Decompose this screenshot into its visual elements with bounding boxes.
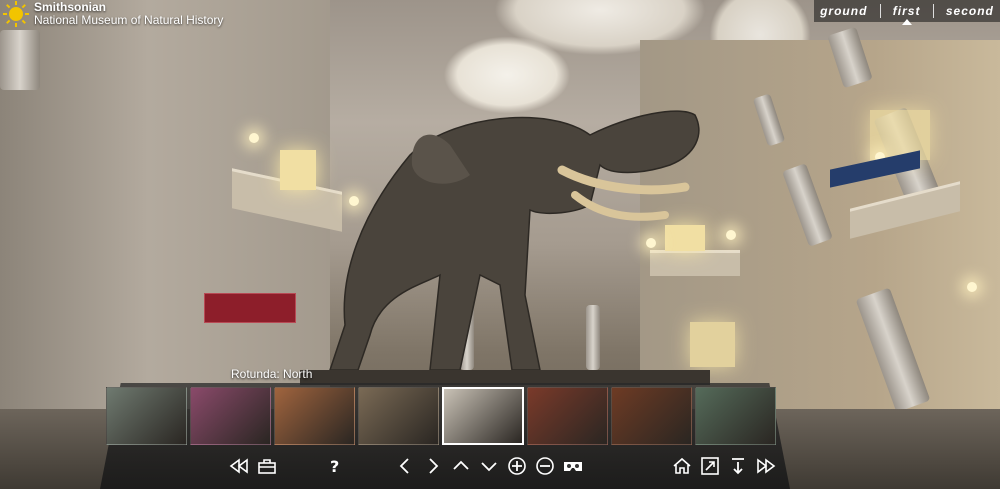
rewind-icon[interactable] — [225, 453, 253, 479]
thumbnail-strip — [106, 387, 776, 445]
zoom-in-icon[interactable] — [503, 453, 531, 479]
download-icon[interactable] — [724, 453, 752, 479]
up-icon[interactable] — [447, 453, 475, 479]
home-icon[interactable] — [668, 453, 696, 479]
directory-sign — [204, 293, 296, 323]
floor-second-link[interactable]: second — [946, 4, 994, 18]
scene-thumbnail[interactable] — [695, 387, 776, 445]
fullscreen-icon[interactable] — [696, 453, 724, 479]
scene-thumbnail[interactable] — [106, 387, 187, 445]
toolbox-icon[interactable] — [253, 453, 281, 479]
floor-ground-link[interactable]: ground — [820, 4, 867, 18]
scene-thumbnail[interactable] — [527, 387, 609, 445]
column — [0, 30, 40, 90]
wall-lamp — [249, 133, 259, 143]
right-icon[interactable] — [419, 453, 447, 479]
zoom-out-icon[interactable] — [531, 453, 559, 479]
scene-thumbnail[interactable] — [273, 387, 355, 445]
divider — [879, 4, 881, 18]
location-label: Rotunda: North — [231, 367, 313, 381]
help-icon[interactable]: ? — [321, 453, 349, 479]
svg-text:?: ? — [330, 457, 339, 476]
left-icon[interactable] — [391, 453, 419, 479]
logo-text: Smithsonian National Museum of Natural H… — [34, 1, 223, 27]
scene-thumbnail[interactable] — [441, 387, 525, 445]
scene-thumbnail[interactable] — [189, 387, 271, 445]
divider — [932, 4, 934, 18]
smithsonian-logo[interactable]: Smithsonian National Museum of Natural H… — [2, 0, 223, 28]
scene-thumbnail[interactable] — [357, 387, 439, 445]
fast-forward-icon[interactable] — [752, 453, 780, 479]
tour-controls: ? — [225, 453, 780, 479]
ceiling-lamp — [967, 282, 977, 292]
floor-first-link[interactable]: first — [893, 4, 921, 25]
logo-line2: National Museum of Natural History — [34, 13, 224, 27]
vr-icon[interactable] — [559, 453, 587, 479]
sun-logo-icon — [3, 1, 29, 27]
floor-switcher: ground first second — [814, 0, 1000, 25]
scene-thumbnail[interactable] — [611, 387, 693, 445]
down-icon[interactable] — [475, 453, 503, 479]
elephant-exhibit[interactable] — [300, 95, 710, 385]
wall-lamp — [726, 230, 736, 240]
